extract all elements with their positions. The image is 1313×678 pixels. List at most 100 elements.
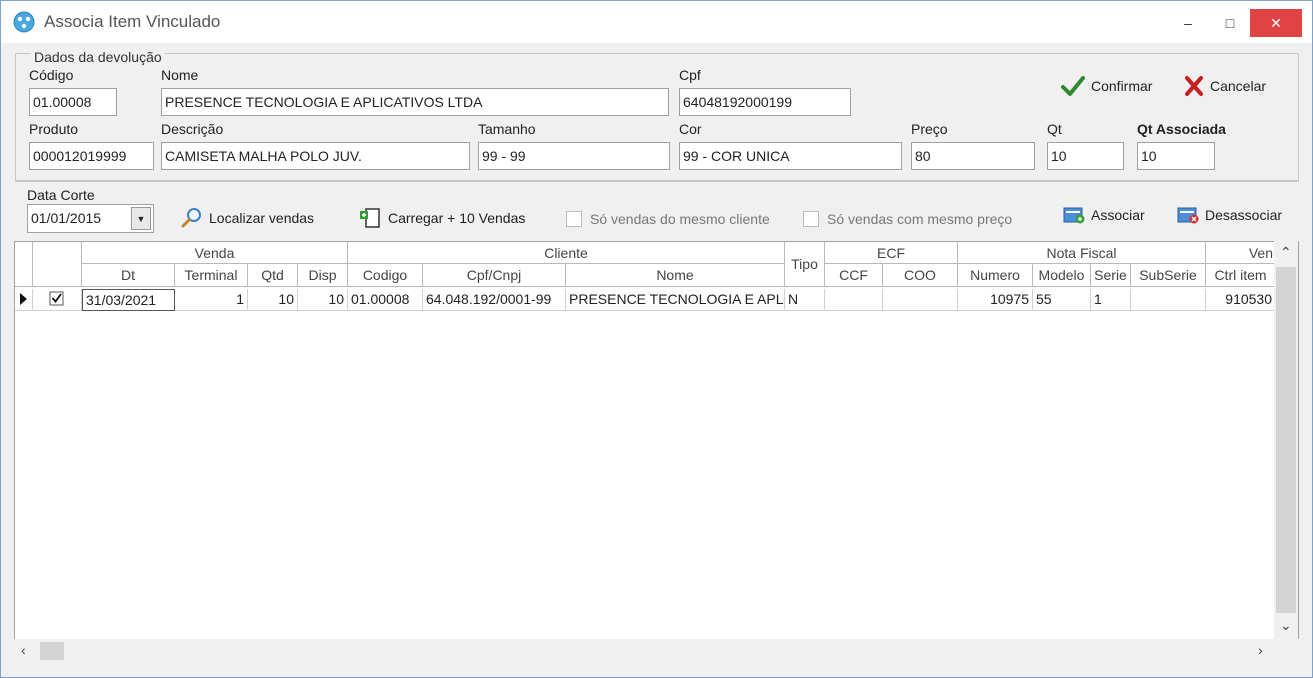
separator xyxy=(15,181,1299,182)
vertical-scroll-thumb[interactable] xyxy=(1276,267,1296,613)
dados-devolucao-label: Dados da devolução xyxy=(31,49,165,65)
row-dt-cell[interactable]: 31/03/2021 xyxy=(82,289,175,311)
row-ctrl-item-cell[interactable]: 910530 xyxy=(1206,289,1276,311)
row-cpf-cnpj-cell[interactable]: 64.048.192/0001-99 xyxy=(423,289,566,311)
scroll-right-icon[interactable]: › xyxy=(1258,642,1263,658)
preco-field[interactable]: 80 xyxy=(911,142,1035,170)
nome-label: Nome xyxy=(161,67,199,83)
row-qtd-cell[interactable]: 10 xyxy=(248,289,298,311)
cliente-group-header: Cliente xyxy=(348,242,785,264)
row-numero-cell[interactable]: 10975 xyxy=(958,289,1033,311)
associate-icon xyxy=(1063,207,1085,224)
magnifier-icon xyxy=(181,208,201,228)
row-disp-cell[interactable]: 10 xyxy=(298,289,348,311)
numero-column-header[interactable]: Numero xyxy=(958,264,1033,287)
scroll-up-icon[interactable]: ⌃ xyxy=(1280,244,1292,261)
row-terminal-cell[interactable]: 1 xyxy=(175,289,248,311)
nome-field[interactable]: PRESENCE TECNOLOGIA E APLICATIVOS LTDA xyxy=(161,88,669,116)
serie-column-header[interactable]: Serie xyxy=(1091,264,1131,287)
tamanho-label: Tamanho xyxy=(478,121,536,137)
row-tipo-cell[interactable]: N xyxy=(785,289,825,311)
localizar-vendas-button[interactable]: Localizar vendas xyxy=(181,207,314,229)
load-document-icon xyxy=(360,208,380,228)
data-corte-label: Data Corte xyxy=(27,187,95,203)
row-subserie-cell[interactable] xyxy=(1131,289,1206,311)
app-icon xyxy=(13,11,35,33)
carregar-vendas-label: Carregar + 10 Vendas xyxy=(388,210,526,226)
codigo-label: Código xyxy=(29,67,74,83)
title-bar[interactable]: Associa Item Vinculado – □ ✕ xyxy=(1,1,1312,43)
cancelar-button[interactable]: Cancelar xyxy=(1184,75,1266,97)
ccf-column-header[interactable]: CCF xyxy=(825,264,883,287)
row-nome-cell[interactable]: PRESENCE TECNOLOGIA E APLICATIVOS LTDA xyxy=(566,289,785,311)
sales-grid[interactable]: Venda Cliente Tipo ECF Nota Fiscal Ven D… xyxy=(14,241,1299,663)
desassociar-label: Desassociar xyxy=(1205,207,1283,223)
scroll-down-icon[interactable]: ⌄ xyxy=(1280,617,1292,634)
terminal-column-header[interactable]: Terminal xyxy=(175,264,248,287)
localizar-vendas-label: Localizar vendas xyxy=(209,210,315,226)
coo-column-header[interactable]: COO xyxy=(883,264,958,287)
close-button[interactable]: ✕ xyxy=(1250,9,1302,37)
associar-button[interactable]: Associar xyxy=(1063,205,1145,225)
row-indicator-header xyxy=(15,242,33,287)
dropdown-arrow-icon[interactable]: ▼ xyxy=(131,207,151,230)
descricao-field[interactable]: CAMISETA MALHA POLO JUV. xyxy=(161,142,470,170)
qt-associada-label: Qt Associada xyxy=(1137,121,1226,137)
so-mesmo-cliente-checkbox[interactable] xyxy=(566,211,582,227)
checkmark-icon xyxy=(1061,76,1085,96)
minimize-button[interactable]: – xyxy=(1173,9,1203,37)
preco-label: Preço xyxy=(911,121,948,137)
cancel-x-icon xyxy=(1185,76,1203,96)
confirmar-button[interactable]: Confirmar xyxy=(1061,75,1152,97)
row-codigo-cell[interactable]: 01.00008 xyxy=(348,289,423,311)
desassociar-button[interactable]: Desassociar xyxy=(1177,205,1282,225)
carregar-vendas-button[interactable]: Carregar + 10 Vendas xyxy=(358,207,525,229)
so-mesmo-preco-label: Só vendas com mesmo preço xyxy=(827,211,1013,227)
produto-field[interactable]: 000012019999 xyxy=(29,142,154,170)
nota-fiscal-group-header: Nota Fiscal xyxy=(958,242,1206,264)
cor-label: Cor xyxy=(679,121,702,137)
disp-column-header[interactable]: Disp xyxy=(298,264,348,287)
dt-column-header[interactable]: Dt xyxy=(82,264,175,287)
subserie-column-header[interactable]: SubSerie xyxy=(1131,264,1206,287)
maximize-button[interactable]: □ xyxy=(1215,9,1245,37)
descricao-label: Descrição xyxy=(161,121,224,137)
horizontal-scroll-thumb[interactable] xyxy=(40,642,64,660)
ecf-group-header: ECF xyxy=(825,242,958,264)
cpf-field[interactable]: 64048192000199 xyxy=(679,88,851,116)
row-ccf-cell[interactable] xyxy=(825,289,883,311)
checked-checkbox-icon xyxy=(49,291,64,306)
row-serie-cell[interactable]: 1 xyxy=(1091,289,1131,311)
qtd-column-header[interactable]: Qtd xyxy=(248,264,298,287)
cpf-cnpj-column-header[interactable]: Cpf/Cnpj xyxy=(423,264,566,287)
row-select-checkbox[interactable] xyxy=(33,289,82,311)
ven-group-header: Ven xyxy=(1206,242,1276,264)
tamanho-field[interactable]: 99 - 99 xyxy=(478,142,670,170)
horizontal-scrollbar[interactable] xyxy=(14,639,1299,663)
row-pointer-icon xyxy=(15,289,33,311)
tipo-column-header[interactable]: Tipo xyxy=(785,242,825,287)
qt-label: Qt xyxy=(1047,121,1062,137)
qt-field[interactable]: 10 xyxy=(1047,142,1124,170)
cor-field[interactable]: 99 - COR UNICA xyxy=(679,142,902,170)
produto-label: Produto xyxy=(29,121,79,137)
row-modelo-cell[interactable]: 55 xyxy=(1033,289,1091,311)
window-title: Associa Item Vinculado xyxy=(44,12,221,31)
confirmar-label: Confirmar xyxy=(1091,78,1153,94)
so-mesmo-preco-checkbox[interactable] xyxy=(803,211,819,227)
ctrl-item-column-header[interactable]: Ctrl item xyxy=(1206,264,1276,287)
scroll-left-icon[interactable]: ‹ xyxy=(21,642,26,658)
nome-column-header[interactable]: Nome xyxy=(566,264,785,287)
codigo-field[interactable]: 01.00008 xyxy=(29,88,117,116)
row-coo-cell[interactable] xyxy=(883,289,958,311)
venda-group-header: Venda xyxy=(82,242,348,264)
cancelar-label: Cancelar xyxy=(1210,78,1267,94)
check-column-header xyxy=(33,242,82,287)
associar-label: Associar xyxy=(1091,207,1145,223)
so-mesmo-cliente-label: Só vendas do mesmo cliente xyxy=(590,211,770,227)
modelo-column-header[interactable]: Modelo xyxy=(1033,264,1091,287)
qt-associada-field[interactable]: 10 xyxy=(1137,142,1215,170)
codigo-column-header[interactable]: Codigo xyxy=(348,264,423,287)
data-corte-select[interactable]: 01/01/2015 ▼ xyxy=(27,204,154,233)
disassociate-icon xyxy=(1177,207,1199,224)
